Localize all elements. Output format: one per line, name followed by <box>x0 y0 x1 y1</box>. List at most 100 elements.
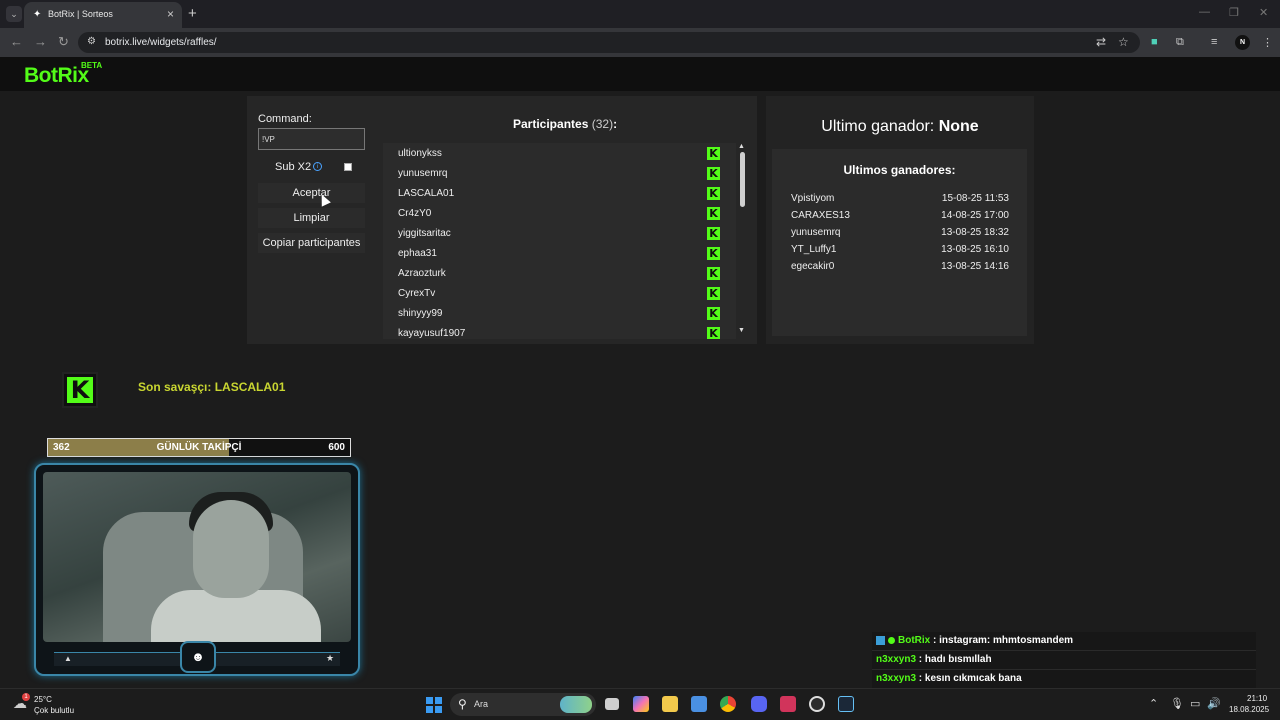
sub-x2-label: Sub X2 <box>275 161 312 173</box>
recent-winners-box: Ultimos ganadores: Vpistiyom 15-08-25 11:… <box>772 149 1027 336</box>
app-icon[interactable] <box>780 696 796 712</box>
clear-button[interactable]: Limpiar <box>258 208 365 228</box>
translate-icon[interactable]: ⇄ <box>1096 35 1106 49</box>
chat-username: n3xxyn3 <box>876 654 917 665</box>
winner-row: egecakir0 13-08-25 14:16 <box>791 261 1009 275</box>
site-info-icon[interactable]: ⚙ <box>87 36 96 47</box>
kick-platform-icon: K <box>707 247 720 260</box>
beta-badge: BETA <box>81 61 103 70</box>
minimize-icon[interactable]: — <box>1199 6 1210 18</box>
reload-icon[interactable]: ↻ <box>58 34 69 50</box>
participants-scrollbar[interactable] <box>740 152 745 207</box>
kick-platform-icon: K <box>707 167 720 180</box>
address-bar[interactable]: ⚙ botrix.live/widgets/raffles/ ⇄ ☆ <box>78 32 1140 53</box>
last-winner-label: Ultimo ganador: <box>821 118 935 135</box>
winners-panel: Ultimo ganador: None Ultimos ganadores: … <box>766 96 1034 344</box>
taskbar-search[interactable]: ⚲ Ara <box>450 693 596 716</box>
kick-platform-icon: K <box>707 287 720 300</box>
media-control-icon[interactable]: ≡ <box>1211 36 1217 48</box>
streamer-emblem-icon: ☻ <box>180 641 216 673</box>
weather-temperature[interactable]: 25°C <box>34 695 52 704</box>
command-label: Command: <box>258 113 312 125</box>
participant-row: yunusemrq K <box>383 163 736 183</box>
participant-row: CyrexTv K <box>383 283 736 303</box>
raffle-panel: Command: Sub X2 i Aceptar Limpiar Copiar… <box>247 96 757 344</box>
profile-avatar[interactable]: N <box>1235 35 1250 50</box>
file-explorer-icon[interactable] <box>662 696 678 712</box>
store-icon[interactable] <box>691 696 707 712</box>
botrix-favicon-icon: ✦ <box>33 9 42 20</box>
clock-time[interactable]: 21:10 <box>1247 694 1267 703</box>
kick-platform-icon: K <box>707 307 720 320</box>
kick-platform-icon: K <box>707 227 720 240</box>
taskbar: ☁ 1 25°C Çok bulutlu ⚲ Ara ⌃ 🎙 ▭ 🔊 21:10… <box>0 688 1280 720</box>
scroll-up-arrow-icon[interactable]: ▲ <box>738 143 745 150</box>
winner-date: 13-08-25 18:32 <box>941 227 1009 238</box>
chrome-icon[interactable] <box>720 696 736 712</box>
webcam-video <box>43 472 351 642</box>
streamer-face <box>193 500 269 598</box>
volume-icon[interactable]: 🔊 <box>1207 697 1221 710</box>
kick-platform-icon: K <box>707 267 720 280</box>
chat-text: : instagram: mhmtosmandem <box>930 635 1074 646</box>
participant-name: yiggitsaritac <box>398 228 451 239</box>
verified-badge-icon <box>888 636 895 644</box>
obs-icon[interactable] <box>809 696 825 712</box>
kick-platform-icon: K <box>707 207 720 220</box>
participant-name: LASCALA01 <box>398 188 455 199</box>
copilot-icon[interactable] <box>633 696 649 712</box>
scroll-down-arrow-icon[interactable]: ▼ <box>738 327 745 334</box>
close-window-icon[interactable]: ✕ <box>1259 6 1268 19</box>
chat-overlay: BotRix : instagram: mhmtosmandem n3xxyn3 … <box>872 632 1256 689</box>
sub-x2-checkbox[interactable] <box>344 163 352 171</box>
task-view-icon[interactable] <box>605 698 619 710</box>
participant-name: Cr4zY0 <box>398 208 432 219</box>
winner-name: CARAXES13 <box>791 210 850 221</box>
back-icon[interactable]: ← <box>10 34 23 49</box>
network-icon[interactable]: ▭ <box>1190 697 1200 710</box>
winner-row: YT_Luffy1 13-08-25 16:10 <box>791 244 1009 258</box>
participants-heading: Participantes (32): <box>513 117 617 131</box>
maximize-icon[interactable]: ❐ <box>1229 6 1239 19</box>
bookmark-star-icon[interactable]: ☆ <box>1118 35 1129 49</box>
new-tab-button[interactable]: + <box>188 5 197 22</box>
extension-icon[interactable]: ■ <box>1151 36 1158 48</box>
participant-name: yunusemrq <box>398 168 448 179</box>
discord-icon[interactable] <box>751 696 767 712</box>
participant-name: ultionykss <box>398 148 442 159</box>
participants-label: Participantes <box>513 117 589 131</box>
tab-search-button[interactable]: ⌄ <box>6 6 22 22</box>
tab-close-icon[interactable]: × <box>167 7 174 21</box>
command-input[interactable] <box>258 128 365 150</box>
chat-username: n3xxyn3 <box>876 673 917 684</box>
kick-logo: K <box>62 372 98 408</box>
info-icon[interactable]: i <box>313 162 322 171</box>
steam-icon[interactable] <box>838 696 854 712</box>
browser-menu-icon[interactable]: ⋮ <box>1262 36 1273 49</box>
kick-platform-icon: K <box>707 327 720 339</box>
forward-icon[interactable]: → <box>34 34 47 49</box>
url-text[interactable]: botrix.live/widgets/raffles/ <box>105 37 217 48</box>
browser-tab[interactable]: ✦ BotRix | Sorteos × <box>24 2 182 28</box>
participants-list[interactable]: ultionykss Kyunusemrq K LASCALA01 K Cr4zY0 Kyi… <box>383 143 736 339</box>
kick-k-icon: K <box>67 377 93 403</box>
last-winner-value: None <box>938 118 979 135</box>
winner-name: yunusemrq <box>791 227 841 238</box>
extensions-puzzle-icon[interactable]: ⧉ <box>1176 36 1184 49</box>
tray-overflow-icon[interactable]: ⌃ <box>1149 697 1158 710</box>
weather-description[interactable]: Çok bulutlu <box>34 706 74 715</box>
participant-row: LASCALA01 K <box>383 183 736 203</box>
recent-winners-title: Ultimos ganadores: <box>843 163 956 177</box>
accept-button[interactable]: Aceptar <box>258 183 365 203</box>
winner-date: 13-08-25 16:10 <box>941 244 1009 255</box>
clock-date[interactable]: 18.08.2025 <box>1229 705 1269 714</box>
search-icon: ⚲ <box>458 697 467 711</box>
botrix-logo[interactable]: BotRix <box>24 64 89 88</box>
participant-row: kayayusuf1907 K <box>383 323 736 339</box>
winner-date: 13-08-25 14:16 <box>941 261 1009 272</box>
copy-participants-button[interactable]: Copiar participantes <box>258 233 365 253</box>
participant-name: ephaa31 <box>398 248 437 259</box>
participant-row: Azraozturk K <box>383 263 736 283</box>
windows-start-icon[interactable] <box>426 697 442 713</box>
microphone-icon[interactable]: 🎙 <box>1170 697 1184 710</box>
